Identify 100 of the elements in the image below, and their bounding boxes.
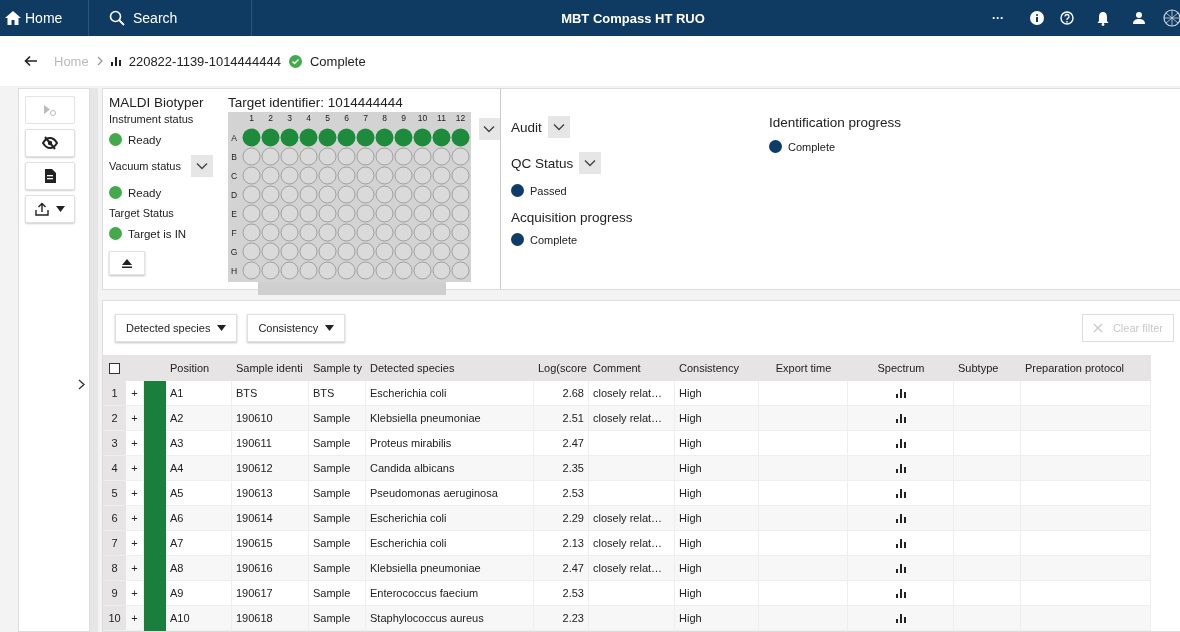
table-cell: A6 [166,506,232,531]
column-header[interactable]: Spectrum [848,355,954,381]
bell-icon[interactable] [1096,10,1110,26]
expand-button[interactable]: + [126,506,144,531]
column-header[interactable]: Sample identi [232,355,309,381]
column-header[interactable]: Subtype [954,355,1021,381]
status-label: Target Status [109,207,174,219]
column-label: 7 [363,113,368,123]
spectrum-icon[interactable] [895,438,906,448]
chevron-down-icon [584,159,597,167]
eye-slash-icon [42,136,58,150]
expand-button[interactable]: + [126,606,144,631]
table-cell: Escherichia coli [366,506,534,531]
table-cell: High [675,556,759,581]
table-cell: High [675,606,759,631]
dropdown-button[interactable] [190,155,213,177]
select-all-checkbox[interactable] [109,362,120,374]
row-label: D [230,189,238,200]
column-label: 5 [325,113,330,123]
filter-dropdown[interactable]: Detected species [115,314,238,342]
logo-icon[interactable] [1162,8,1180,28]
spectrum-icon[interactable] [895,413,906,423]
eject-button[interactable] [109,251,145,275]
column-header[interactable]: Export time [759,355,848,381]
table-cell: Klebsiella pneumoniae [366,406,534,431]
column-label: 10 [417,113,428,123]
table-cell: Klebsiella pneumoniae [366,556,534,581]
spectrum-icon[interactable] [895,563,906,573]
document-button[interactable] [25,162,75,190]
table-cell: A4 [166,456,232,481]
document-icon [44,169,56,183]
caret-icon [56,206,65,212]
row-label: A [231,132,237,143]
table-cell: 2.35 [534,456,589,481]
column-label: 6 [344,113,349,123]
expand-button[interactable]: + [126,456,144,481]
table-cell: High [675,506,759,531]
column-header[interactable]: Detected species [366,355,534,381]
dropdown-button[interactable] [478,118,500,140]
row-number: 3 [103,431,126,456]
column-label: 9 [401,113,406,123]
expand-button[interactable]: + [126,406,144,431]
column-label: 11 [437,113,446,123]
table-cell: closely relat… [589,506,675,531]
spectrum-icon[interactable] [895,613,906,623]
caret-icon [325,325,335,331]
table-cell: 190612 [232,456,309,481]
status-value: Passed [530,184,567,197]
spectrum-icon[interactable] [895,488,906,498]
table-cell: Sample [309,606,366,631]
column-label: 1 [249,113,254,123]
section-label: Identification progress [769,115,902,130]
column-label: 4 [306,113,311,123]
expand-button[interactable]: + [126,556,144,581]
row-number: 9 [103,581,126,606]
search-icon [109,10,125,26]
column-header[interactable]: Preparation protocol [1021,355,1151,381]
eject-icon [122,258,132,268]
run-status: Complete [310,53,366,69]
chevron-down-icon [195,162,208,170]
table-cell: 190610 [232,406,309,431]
back-arrow-icon[interactable] [24,55,38,67]
spectrum-icon[interactable] [895,388,906,398]
status-value: Complete [788,140,836,153]
check-circle-icon [289,54,302,68]
export-button[interactable] [25,195,75,223]
column-header[interactable]: Comment [589,355,675,381]
caret-icon [217,325,227,331]
filter-dropdown[interactable]: Consistency [247,314,346,342]
section-label: Audit [511,119,542,135]
column-header[interactable]: Sample ty [309,355,366,381]
dropdown-button[interactable] [547,116,570,138]
row-label: G [230,246,238,257]
table-cell: 190616 [232,556,309,581]
spectrum-icon[interactable] [895,463,906,473]
table-cell: closely relat… [589,556,675,581]
more-button[interactable]: ··· [992,11,1004,25]
spectrum-icon[interactable] [895,588,906,598]
info-icon[interactable] [1030,11,1044,25]
dropdown-button[interactable] [579,152,602,174]
hide-button[interactable] [25,129,75,157]
user-icon[interactable] [1132,11,1146,25]
table-cell: A10 [166,606,232,631]
table-cell: 2.29 [534,506,589,531]
table-cell: Sample [309,406,366,431]
chevron-down-icon [483,125,496,133]
row-label: H [230,265,238,276]
column-header[interactable]: Consistency [675,355,759,381]
table-cell: 190618 [232,606,309,631]
column-header[interactable]: Log(score [534,355,589,381]
column-label: 3 [287,113,292,123]
row-label: B [231,151,237,162]
section-label: QC Status [511,155,574,171]
help-icon[interactable] [1060,11,1074,25]
spectrum-icon[interactable] [895,538,906,548]
expand-panel-icon[interactable] [78,379,85,390]
row-number: 4 [103,456,126,481]
column-label: 8 [382,113,387,123]
column-header[interactable]: Position [166,355,232,381]
spectrum-icon[interactable] [895,513,906,523]
